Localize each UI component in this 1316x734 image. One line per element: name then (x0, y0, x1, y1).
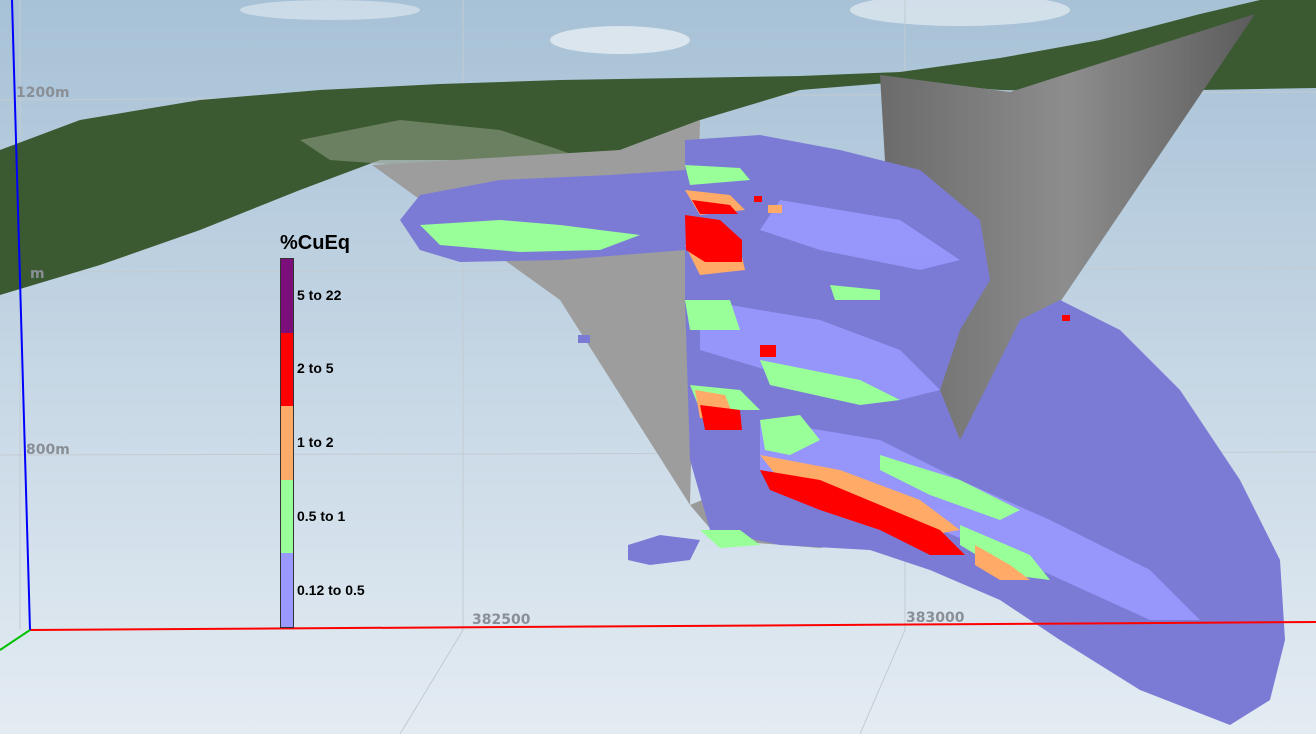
legend-swatch-0p12-0p5 (281, 553, 293, 627)
legend-label-2-5: 2 to 5 (297, 360, 334, 376)
legend-label-0p5-1: 0.5 to 1 (297, 508, 346, 524)
scene-canvas (0, 0, 1316, 734)
legend-title: %CuEq (280, 232, 350, 254)
legend-swatch-2-5 (281, 332, 293, 407)
elevation-label-1200: 1200m (16, 85, 70, 101)
elevation-label-1000: m (30, 266, 45, 282)
elevation-label-800: 800m (26, 442, 70, 458)
legend-swatch-1-2 (281, 406, 293, 480)
easting-label-382500: 382500 (472, 612, 531, 628)
legend-label-1-2: 1 to 2 (297, 434, 334, 450)
cloud (240, 0, 420, 20)
legend-color-bar (280, 258, 294, 628)
legend-swatch-0p5-1 (281, 479, 293, 554)
legend-label-0p12-0p5: 0.12 to 0.5 (297, 582, 365, 598)
cloud (550, 26, 690, 54)
3d-viewport[interactable]: 1200m m 800m 382500 383000 %CuEq 5 to 22… (0, 0, 1316, 734)
easting-label-383000: 383000 (906, 610, 965, 626)
legend-swatch-5-22 (281, 259, 293, 333)
legend-label-5-22: 5 to 22 (297, 287, 342, 303)
